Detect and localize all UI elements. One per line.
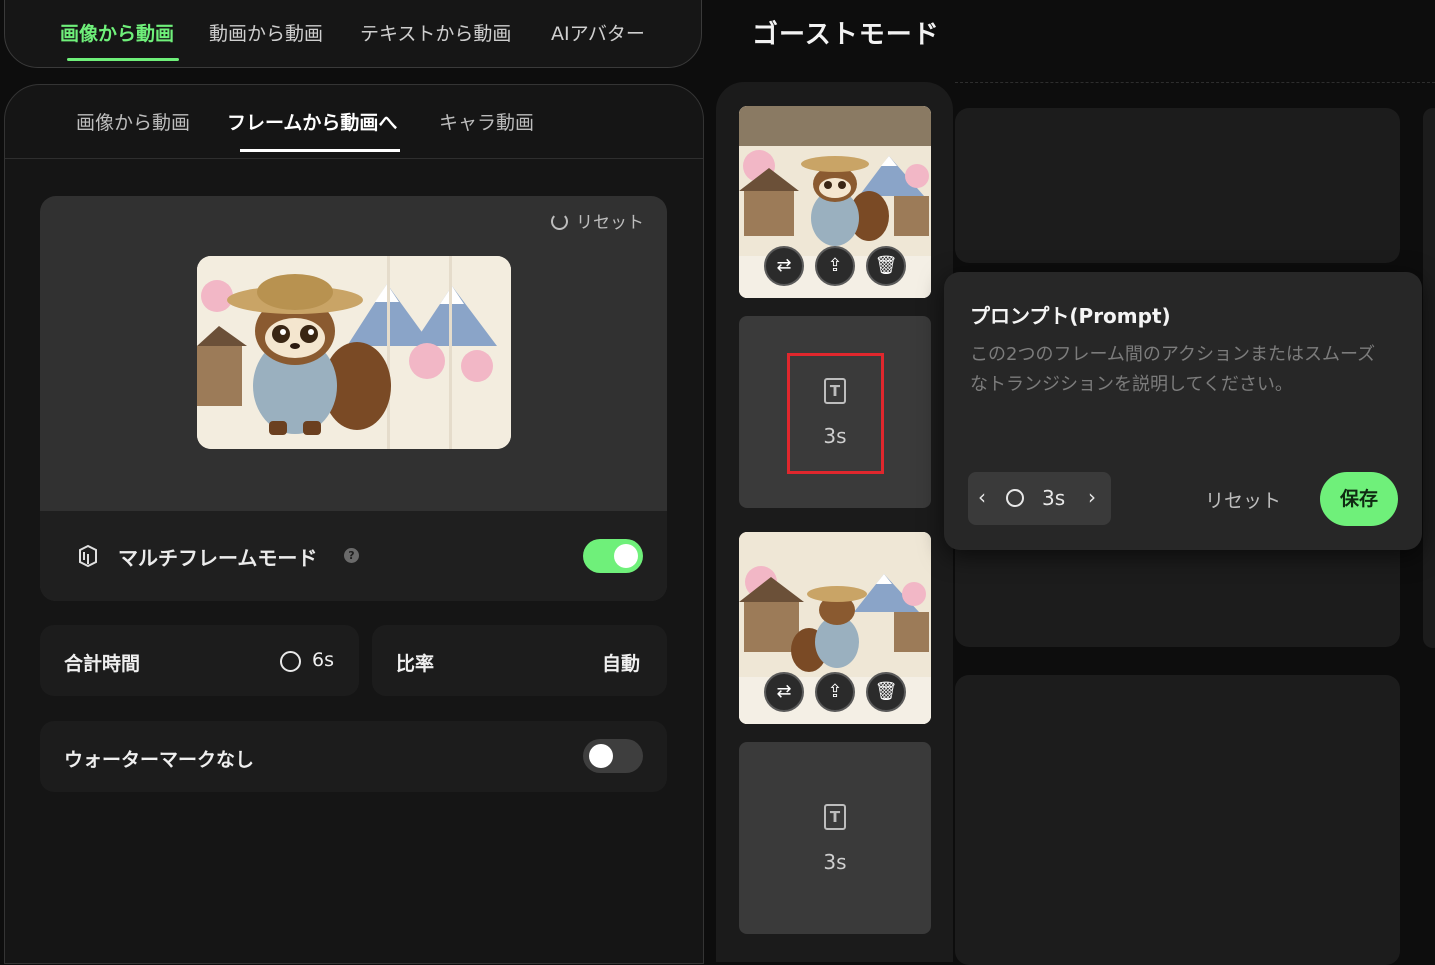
replace-icon[interactable]: ⇄: [764, 246, 804, 286]
subtab-frames-to-video[interactable]: フレームから動画へ: [227, 108, 397, 135]
upload-icon[interactable]: ⇪: [815, 672, 855, 712]
video-card-placeholder: [1423, 108, 1435, 648]
replace-icon[interactable]: ⇄: [764, 672, 804, 712]
total-time-label: 合計時間: [64, 653, 141, 675]
upload-icon[interactable]: ⇪: [815, 246, 855, 286]
page-title: ゴーストモード: [752, 20, 940, 50]
frame-image-1[interactable]: ⇄ ⇪ 🗑: [739, 106, 931, 298]
multi-frame-toggle[interactable]: [583, 539, 643, 573]
frame-image-2[interactable]: ⇄ ⇪ 🗑: [739, 532, 931, 724]
save-button[interactable]: 保存: [1320, 472, 1398, 526]
toggle-knob: [589, 744, 613, 768]
video-card-placeholder: [955, 545, 1400, 647]
highlight-box: [787, 353, 884, 474]
text-prompt-icon: T: [824, 804, 846, 830]
reset-label: リセット: [576, 213, 644, 233]
top-nav: 画像から動画 動画から動画 テキストから動画 AIアバター: [4, 0, 702, 68]
prompt-title: プロンプト(Prompt): [970, 304, 1171, 328]
ratio-value[interactable]: 自動: [602, 649, 640, 676]
video-card-placeholder: [955, 675, 1400, 965]
multi-frame-label: マルチフレームモード: [118, 546, 318, 570]
duration-stepper[interactable]: ‹ 3s ›: [968, 472, 1111, 525]
chevron-left-icon[interactable]: ‹: [978, 485, 986, 509]
preview-reset-button[interactable]: リセット: [551, 208, 644, 233]
ratio-label: 比率: [396, 653, 435, 675]
clock-icon: [1006, 489, 1024, 507]
tab-ai-avatar[interactable]: AIアバター: [551, 19, 645, 46]
raccoon-illustration-icon: [197, 256, 511, 449]
preview-thumbnail: [197, 256, 511, 449]
clock-icon: [280, 651, 301, 672]
layers-icon: [79, 544, 97, 568]
subtab-character-video[interactable]: キャラ動画: [439, 108, 534, 135]
tab-image-to-video[interactable]: 画像から動画: [60, 19, 174, 46]
trash-icon[interactable]: 🗑: [866, 246, 906, 286]
total-time-value: 6s: [312, 649, 334, 671]
divider: [5, 158, 703, 159]
reset-icon: [551, 213, 568, 230]
prompt-input[interactable]: この2つのフレーム間のアクションまたはスムーズなトランジションを説明してください…: [970, 340, 1390, 400]
tab-video-to-video[interactable]: 動画から動画: [209, 19, 323, 46]
subtab-image-to-video[interactable]: 画像から動画: [76, 108, 190, 135]
chevron-right-icon[interactable]: ›: [1088, 485, 1096, 509]
transition-tile-2[interactable]: [739, 742, 931, 934]
transition-duration-2: 3s: [823, 850, 847, 874]
help-icon[interactable]: ?: [344, 548, 359, 563]
prompt-reset-button[interactable]: リセット: [1205, 486, 1281, 513]
video-card-placeholder: [955, 108, 1400, 263]
duration-value: 3s: [1042, 486, 1066, 510]
tab-text-to-video[interactable]: テキストから動画: [360, 19, 511, 46]
trash-icon[interactable]: 🗑: [866, 672, 906, 712]
watermark-toggle[interactable]: [583, 739, 643, 773]
toggle-knob: [614, 544, 638, 568]
divider: [955, 82, 1435, 83]
active-tab-indicator: [67, 58, 179, 61]
watermark-label: ウォーターマークなし: [64, 749, 255, 771]
subtab-indicator: [240, 149, 400, 152]
